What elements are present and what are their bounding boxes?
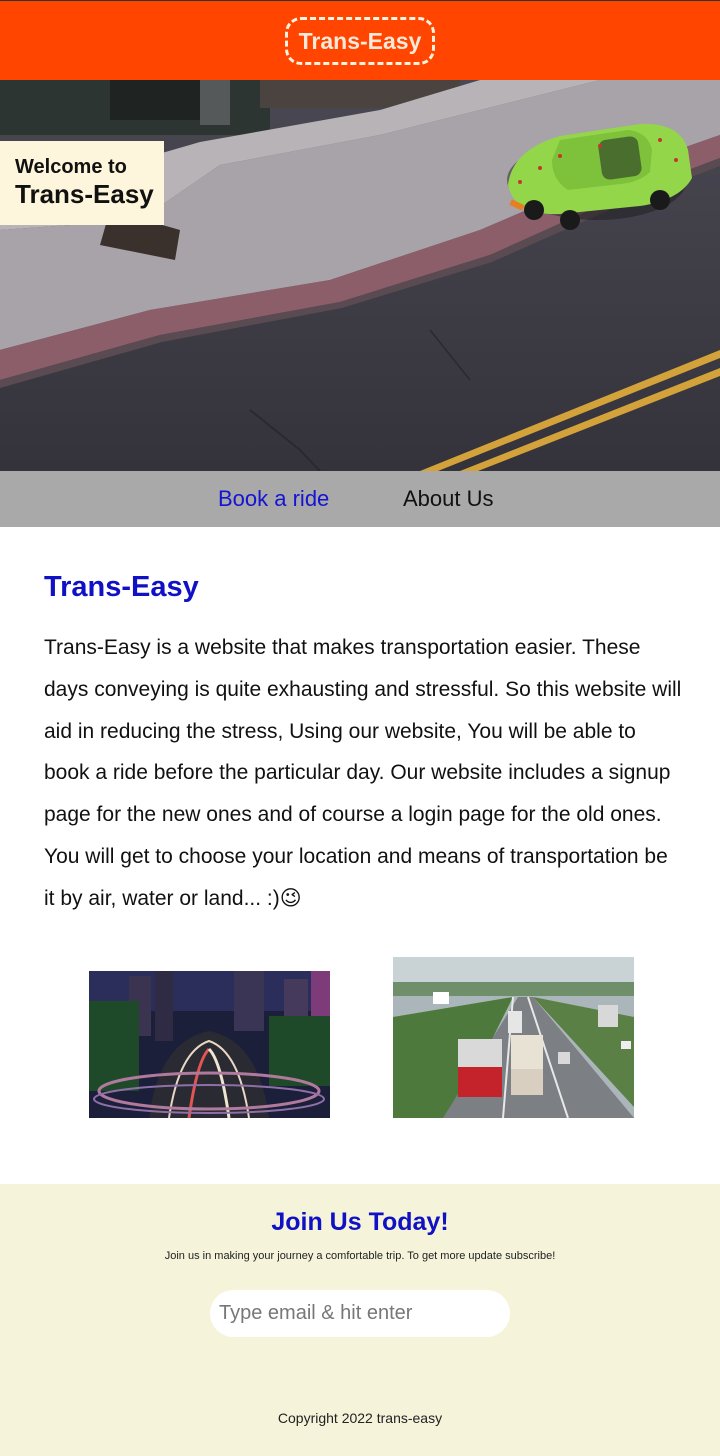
- welcome-card: Welcome to Trans-Easy: [0, 141, 164, 225]
- top-header: Trans-Easy: [0, 0, 720, 80]
- city-traffic-night-photo: [89, 971, 330, 1118]
- welcome-line: Welcome to: [15, 156, 127, 178]
- highway-trucks-image: [393, 957, 634, 1118]
- city-traffic-image: [89, 971, 330, 1118]
- street-car-photo: [0, 80, 720, 471]
- footer: Join Us Today! Join us in making your jo…: [0, 1184, 720, 1456]
- welcome-brand: Trans-Easy: [15, 179, 154, 209]
- content-paragraph: Trans-Easy is a website that makes trans…: [44, 636, 682, 910]
- hero-banner: Welcome to Trans-Easy: [0, 80, 720, 471]
- subscribe-text: Join us in making your journey a comfort…: [164, 1250, 556, 1262]
- join-heading: Join Us Today!: [271, 1208, 449, 1236]
- content-title: Trans-Easy: [44, 571, 199, 603]
- highway-trucks-photo: [393, 957, 634, 1118]
- copyright: Copyright 2022 trans-easy: [277, 1410, 443, 1426]
- main-nav: Book a ride About Us: [0, 471, 720, 527]
- email-input[interactable]: [210, 1290, 510, 1337]
- nav-link-about-us[interactable]: About Us: [403, 485, 494, 513]
- site-logo[interactable]: Trans-Easy: [284, 16, 436, 65]
- nav-link-book-a-ride[interactable]: Book a ride: [218, 485, 329, 513]
